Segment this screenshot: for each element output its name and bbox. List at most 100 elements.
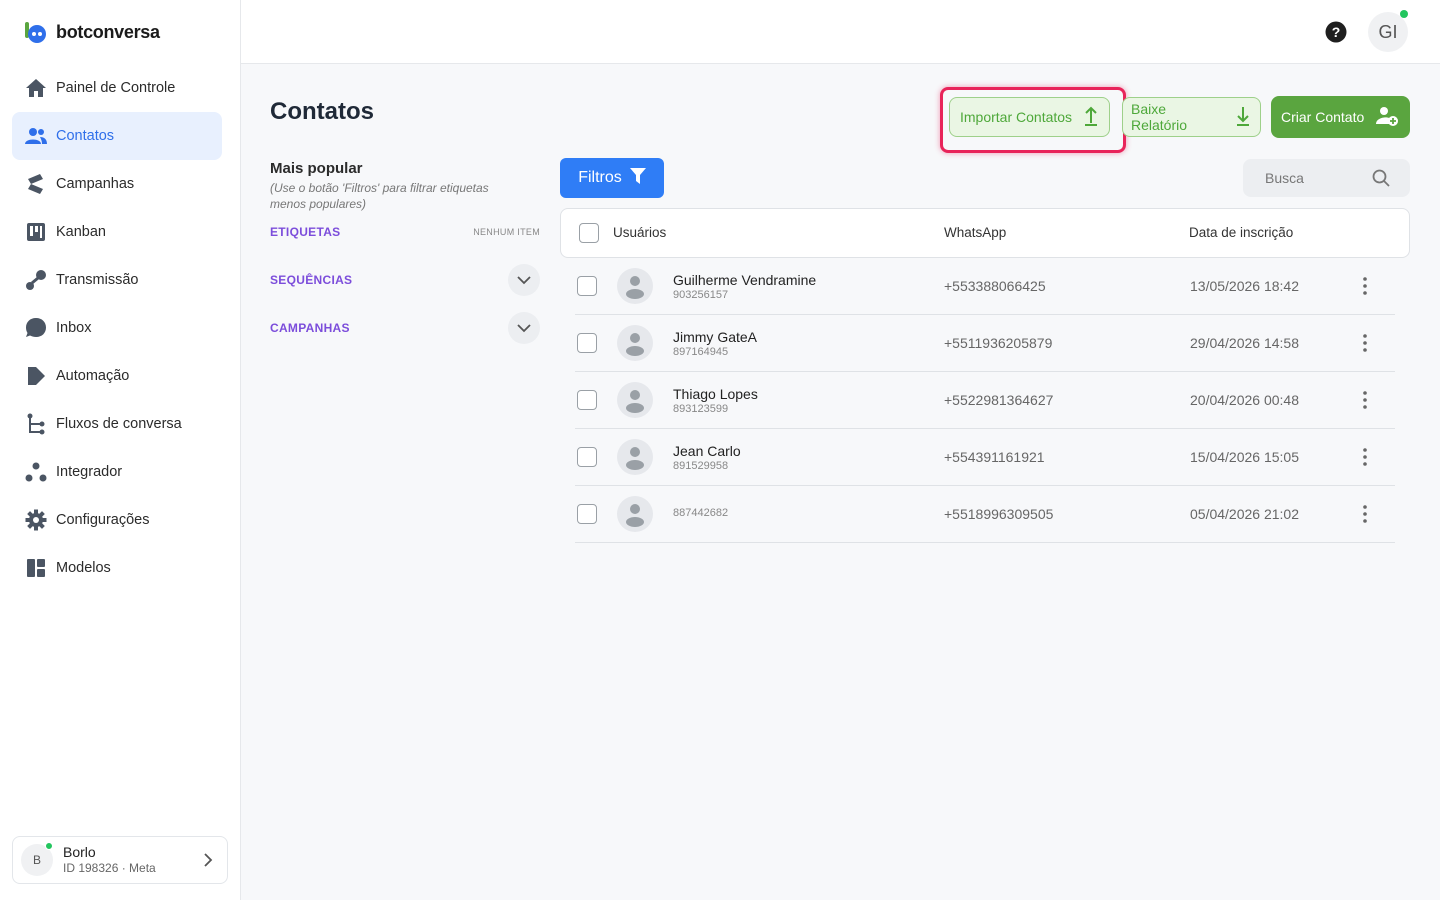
filter-section-campanhas: CAMPANHAS (270, 312, 540, 344)
more-options-icon[interactable] (1357, 504, 1373, 524)
filters-label: Filtros (578, 169, 622, 186)
more-options-icon[interactable] (1357, 276, 1373, 296)
sidebar-item-modelos[interactable]: Modelos (12, 544, 222, 592)
contact-phone: +5522981364627 (944, 392, 1054, 408)
import-contacts-button[interactable]: Importar Contatos (949, 97, 1110, 137)
sidebar-item-integrador[interactable]: Integrador (12, 448, 222, 496)
row-checkbox[interactable] (577, 447, 597, 467)
sidebar-item-automacao[interactable]: Automação (12, 352, 222, 400)
contact-date: 15/04/2026 15:05 (1190, 449, 1299, 465)
account-avatar: B (21, 842, 53, 876)
contact-name[interactable]: Guilherme Vendramine (673, 272, 816, 288)
more-options-icon[interactable] (1357, 447, 1373, 467)
search-input[interactable]: Busca (1243, 159, 1410, 197)
filters-button[interactable]: Filtros (560, 158, 664, 198)
sidebar-item-label: Automação (56, 368, 130, 384)
sidebar-item-label: Modelos (56, 560, 111, 576)
contact-avatar-icon (617, 382, 653, 418)
gear-icon (24, 508, 48, 532)
contact-id: 897164945 (673, 346, 729, 358)
page-title: Contatos (270, 98, 374, 125)
contact-name[interactable]: Jean Carlo (673, 443, 741, 459)
contact-avatar-icon (617, 325, 653, 361)
chevron-down-icon[interactable] (508, 264, 540, 296)
sidebar-item-transmissao[interactable]: Transmissão (12, 256, 222, 304)
home-icon (24, 76, 48, 100)
row-checkbox[interactable] (577, 276, 597, 296)
help-icon[interactable]: ? (1325, 21, 1347, 43)
sidebar-item-label: Inbox (56, 320, 92, 336)
contact-id: 903256157 (673, 289, 729, 301)
column-header-whatsapp[interactable]: WhatsApp (944, 225, 1006, 240)
more-options-icon[interactable] (1357, 333, 1373, 353)
contact-avatar-icon (617, 439, 653, 475)
account-switcher[interactable]: B Borlo ID 198326 · Meta (12, 836, 228, 884)
campanhas-label[interactable]: CAMPANHAS (270, 321, 350, 335)
contact-id: 887442682 (673, 507, 729, 519)
select-all-checkbox[interactable] (579, 223, 599, 243)
upload-icon (1084, 106, 1098, 129)
contact-date: 13/05/2026 18:42 (1190, 278, 1299, 294)
etiquetas-empty-label: NENHUM ITEM (473, 227, 540, 237)
create-contact-button[interactable]: Criar Contato (1271, 96, 1410, 138)
user-avatar[interactable]: GI (1368, 10, 1408, 52)
contact-id: 891529958 (673, 460, 729, 472)
contact-phone: +5511936205879 (944, 335, 1053, 351)
contact-avatar-icon (617, 496, 653, 532)
sidebar-item-inbox[interactable]: Inbox (12, 304, 222, 352)
contact-phone: +554391161921 (944, 449, 1045, 465)
row-checkbox[interactable] (577, 504, 597, 524)
top-bar: ? GI (241, 0, 1440, 64)
download-report-label: Baixe Relatório (1131, 101, 1188, 133)
sidebar-item-fluxos[interactable]: Fluxos de conversa (12, 400, 222, 448)
sidebar-item-label: Kanban (56, 224, 106, 240)
sidebar-item-label: Contatos (56, 128, 115, 144)
sidebar-nav: Painel de Controle Contatos Campanhas Ka… (12, 64, 222, 592)
campaign-icon (24, 172, 48, 196)
chevron-right-icon (203, 853, 213, 872)
more-options-icon[interactable] (1357, 390, 1373, 410)
sidebar-item-label: Fluxos de conversa (56, 416, 182, 432)
contact-phone: +553388066425 (944, 278, 1046, 294)
online-status-dot (45, 842, 53, 850)
funnel-icon (629, 167, 646, 190)
integrator-icon (24, 460, 48, 484)
contact-name[interactable]: Thiago Lopes (673, 386, 758, 402)
chevron-down-icon[interactable] (508, 312, 540, 344)
sidebar-item-label: Campanhas (56, 176, 135, 192)
add-user-icon (1376, 106, 1399, 129)
sidebar-item-label: Transmissão (56, 272, 139, 288)
svg-text:?: ? (1332, 24, 1341, 40)
table-row[interactable]: Thiago Lopes 893123599 +5522981364627 20… (575, 372, 1395, 429)
brand-logo[interactable]: botconversa (24, 20, 160, 44)
table-row[interactable]: Jean Carlo 891529958 +554391161921 15/04… (575, 429, 1395, 486)
sidebar-item-configuracoes[interactable]: Configurações (12, 496, 222, 544)
brand-name: botconversa (56, 21, 160, 42)
import-contacts-label: Importar Contatos (960, 109, 1073, 125)
sidebar-item-painel[interactable]: Painel de Controle (12, 64, 222, 112)
sidebar-item-campanhas[interactable]: Campanhas (12, 160, 222, 208)
sequencias-label[interactable]: SEQUÊNCIAS (270, 273, 352, 287)
contact-name[interactable]: Jimmy GateA (673, 329, 757, 345)
automation-icon (24, 364, 48, 388)
contact-date: 05/04/2026 21:02 (1190, 506, 1299, 522)
row-checkbox[interactable] (577, 333, 597, 353)
sidebar-item-kanban[interactable]: Kanban (12, 208, 222, 256)
sidebar-item-contatos[interactable]: Contatos (12, 112, 222, 160)
flow-icon (24, 412, 48, 436)
row-checkbox[interactable] (577, 390, 597, 410)
filter-section-sequencias: SEQUÊNCIAS (270, 264, 540, 296)
sidebar: botconversa Painel de Controle Contatos … (0, 0, 241, 900)
column-header-date[interactable]: Data de inscrição (1189, 225, 1293, 240)
table-row[interactable]: Jimmy GateA 897164945 +5511936205879 29/… (575, 315, 1395, 372)
column-header-users[interactable]: Usuários (613, 225, 666, 240)
contact-phone: +5518996309505 (944, 506, 1054, 522)
download-report-button[interactable]: Baixe Relatório (1122, 97, 1261, 137)
kanban-icon (24, 220, 48, 244)
online-status-dot (1400, 10, 1408, 18)
table-row[interactable]: Guilherme Vendramine 903256157 +55338806… (575, 258, 1395, 315)
etiquetas-label[interactable]: ETIQUETAS (270, 225, 340, 239)
table-row[interactable]: 887442682 +5518996309505 05/04/2026 21:0… (575, 486, 1395, 543)
user-initials: GI (1378, 21, 1398, 42)
contact-date: 20/04/2026 00:48 (1190, 392, 1299, 408)
